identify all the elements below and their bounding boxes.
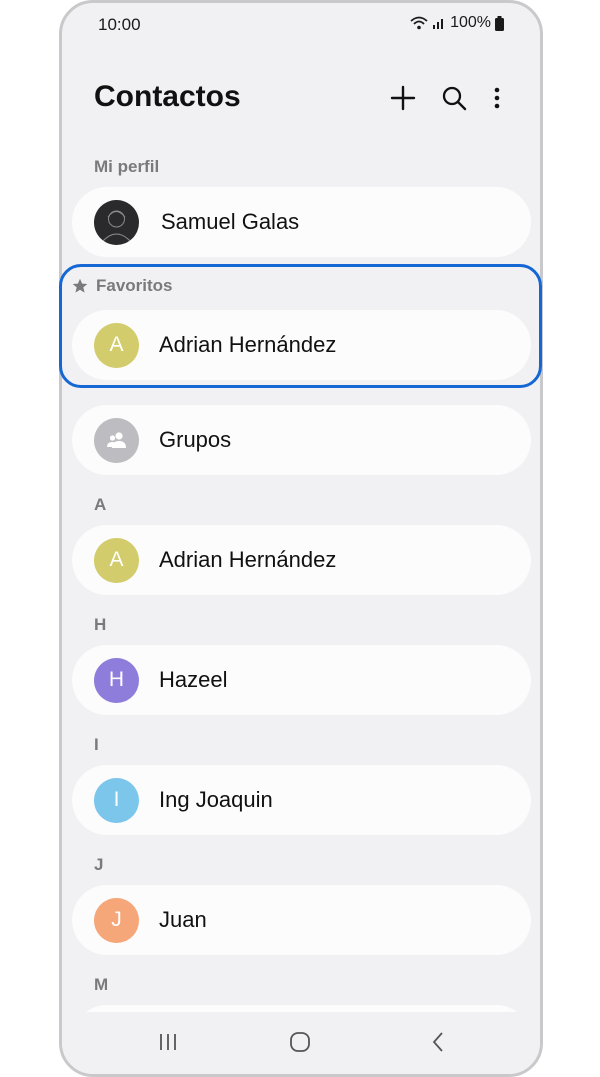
groups-card[interactable]: Grupos <box>72 405 531 475</box>
groups-avatar <box>94 417 139 463</box>
avatar-initial: A <box>109 333 124 356</box>
favorite-contact-card[interactable]: A Adrian Hernández <box>72 310 531 380</box>
index-letter-i: I <box>94 735 99 754</box>
contact-avatar: A <box>94 537 139 583</box>
favorites-section-header: Favoritos <box>72 276 173 296</box>
avatar-initial: A <box>109 548 124 571</box>
profile-photo-icon <box>101 210 132 242</box>
avatar-initial: H <box>108 668 125 691</box>
contact-name: Hazeel <box>159 667 228 692</box>
contact-row[interactable]: H Hazeel <box>72 645 531 715</box>
home-button[interactable] <box>288 1030 312 1054</box>
group-icon <box>106 432 126 448</box>
battery-icon <box>495 15 504 31</box>
contact-name: Ing Joaquin <box>159 787 273 812</box>
contact-row[interactable]: A Adrian Hernández <box>72 525 531 595</box>
star-icon <box>72 278 88 293</box>
status-time: 10:00 <box>98 15 141 34</box>
favorite-contact-name: Adrian Hernández <box>159 332 337 357</box>
phone-screen: 10:00 100% Contactos Mi perfil Samuel Ga… <box>59 0 543 1077</box>
add-contact-button[interactable] <box>386 81 420 115</box>
profile-name: Samuel Galas <box>161 209 300 234</box>
favorite-contact-avatar: A <box>94 322 139 368</box>
my-profile-card[interactable]: Samuel Galas <box>72 187 531 257</box>
page-title: Contactos <box>94 80 241 113</box>
navigation-bar <box>62 1012 540 1074</box>
battery-percent: 100% <box>450 14 491 31</box>
status-bar: 10:00 100% <box>62 3 540 47</box>
contact-avatar: J <box>94 897 139 943</box>
groups-label: Grupos <box>159 427 232 452</box>
add-icon <box>390 85 416 111</box>
contact-avatar: H <box>94 657 139 703</box>
wifi-icon <box>410 16 428 30</box>
home-icon <box>290 1032 310 1052</box>
signal-icon <box>433 19 444 29</box>
contact-row[interactable]: I Ing Joaquin <box>72 765 531 835</box>
contact-name: Juan <box>159 907 207 932</box>
search-icon <box>442 86 467 111</box>
contact-row[interactable]: J Juan <box>72 885 531 955</box>
avatar-initial: J <box>111 908 122 931</box>
more-options-button[interactable] <box>480 81 514 115</box>
index-letter-j: J <box>94 855 104 874</box>
back-button[interactable] <box>426 1030 450 1054</box>
index-letter-h: H <box>94 615 107 634</box>
back-icon <box>432 1032 443 1052</box>
profile-avatar <box>94 199 139 245</box>
recents-button[interactable] <box>156 1030 180 1054</box>
index-letter-a: A <box>94 495 107 514</box>
recents-icon <box>160 1034 176 1050</box>
contact-avatar: I <box>94 777 139 823</box>
section-label-my-profile: Mi perfil <box>94 157 160 176</box>
favorites-label: Favoritos <box>96 276 173 295</box>
search-button[interactable] <box>437 81 471 115</box>
contact-name: Adrian Hernández <box>159 547 337 572</box>
index-letter-m: M <box>94 975 109 994</box>
more-options-icon <box>494 87 500 109</box>
avatar-initial: I <box>113 788 120 811</box>
status-icons: 100% <box>410 14 504 32</box>
